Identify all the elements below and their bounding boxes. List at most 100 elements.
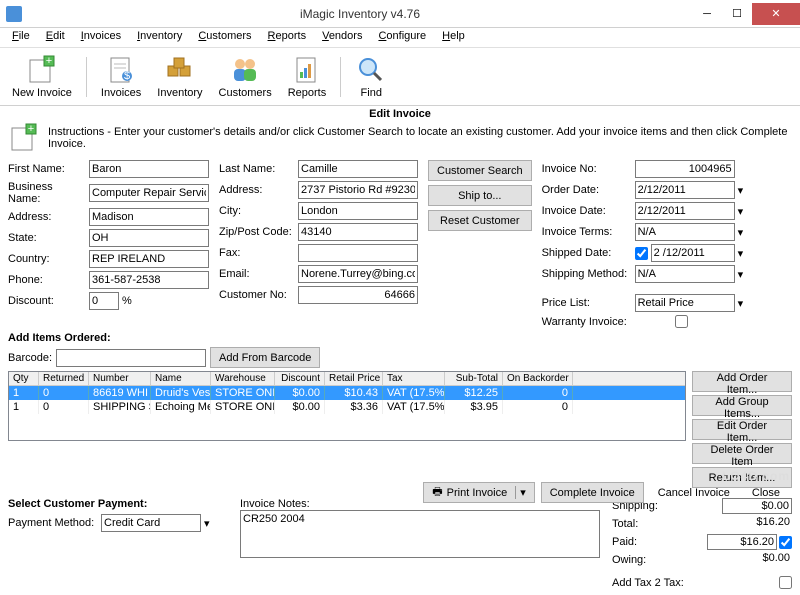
toolbar-find[interactable]: Find <box>349 52 393 101</box>
first-name-input[interactable] <box>89 160 209 178</box>
close-button[interactable]: ✕ <box>752 3 800 25</box>
dropdown-icon[interactable]: ▾ <box>515 486 526 499</box>
toolbar-new-invoice[interactable]: + New Invoice <box>6 52 78 101</box>
dropdown-icon[interactable]: ▾ <box>738 205 744 218</box>
dropdown-icon[interactable]: ▾ <box>738 226 744 239</box>
watermark: LO4D.com <box>722 469 790 483</box>
table-row[interactable]: 1086619 WHIDruid's VestSTORE ONI$0.00$10… <box>9 386 685 400</box>
total-label: Total: <box>612 518 638 530</box>
toolbar-reports[interactable]: Reports <box>282 52 333 101</box>
print-invoice-button[interactable]: 🖶Print Invoice▾ <box>423 482 534 503</box>
terms-label: Invoice Terms: <box>542 226 632 238</box>
reports-icon <box>291 54 323 86</box>
customer-search-button[interactable]: Customer Search <box>428 160 532 181</box>
add-order-item-button[interactable]: Add Order Item... <box>692 371 792 392</box>
invoice-date-input[interactable] <box>635 202 735 220</box>
ship-to-button[interactable]: Ship to... <box>428 185 532 206</box>
zip-input[interactable] <box>298 223 418 241</box>
menubar: File Edit Invoices Inventory Customers R… <box>0 28 800 48</box>
discount-pct: % <box>122 295 132 307</box>
paid-value[interactable] <box>707 534 777 550</box>
payment-method-label: Payment Method: <box>8 517 98 529</box>
discount-input[interactable] <box>89 292 119 310</box>
pricelist-input[interactable] <box>635 294 735 312</box>
minimize-button[interactable]: ─ <box>692 3 722 25</box>
invoice-notes-textarea[interactable] <box>240 510 600 558</box>
country-input[interactable] <box>89 250 209 268</box>
business-name-label: Business Name: <box>8 181 86 205</box>
find-icon <box>355 54 387 86</box>
last-name-input[interactable] <box>298 160 418 178</box>
barcode-input[interactable] <box>56 349 206 367</box>
payment-method-select[interactable] <box>101 514 201 532</box>
menu-inventory[interactable]: Inventory <box>129 28 190 47</box>
discount-label: Discount: <box>8 295 86 307</box>
dropdown-icon[interactable]: ▾ <box>738 184 744 197</box>
close-button-footer[interactable]: Close <box>744 482 788 503</box>
toolbar-invoices[interactable]: $ Invoices <box>95 52 147 101</box>
state-input[interactable] <box>89 229 209 247</box>
inventory-icon <box>164 54 196 86</box>
paid-label: Paid: <box>612 536 637 548</box>
terms-input[interactable] <box>635 223 735 241</box>
custno-input[interactable] <box>298 286 418 304</box>
invoice-no-label: Invoice No: <box>542 163 632 175</box>
email-input[interactable] <box>298 265 418 283</box>
menu-edit[interactable]: Edit <box>38 28 73 47</box>
edit-order-item-button[interactable]: Edit Order Item... <box>692 419 792 440</box>
add-from-barcode-button[interactable]: Add From Barcode <box>210 347 320 368</box>
toolbar-customers[interactable]: Customers <box>213 52 278 101</box>
shipmethod-input[interactable] <box>635 265 735 283</box>
addtax-check[interactable] <box>779 576 792 589</box>
add-group-items-button[interactable]: Add Group Items... <box>692 395 792 416</box>
toolbar-inventory[interactable]: Inventory <box>151 52 208 101</box>
city-input[interactable] <box>298 202 418 220</box>
grid-header: Qty Returned Number Name Warehouse Disco… <box>9 372 685 386</box>
items-grid[interactable]: Qty Returned Number Name Warehouse Disco… <box>8 371 686 441</box>
address-label: Address: <box>8 211 86 223</box>
dropdown-icon[interactable]: ▾ <box>738 297 744 310</box>
dropdown-icon[interactable]: ▾ <box>204 517 210 530</box>
dropdown-icon[interactable]: ▾ <box>738 247 744 260</box>
reset-customer-button[interactable]: Reset Customer <box>428 210 532 231</box>
menu-help[interactable]: Help <box>434 28 473 47</box>
fax-input[interactable] <box>298 244 418 262</box>
order-date-input[interactable] <box>635 181 735 199</box>
toolbar: + New Invoice $ Invoices Inventory Custo… <box>0 48 800 106</box>
address-input[interactable] <box>89 208 209 226</box>
menu-vendors[interactable]: Vendors <box>314 28 370 47</box>
printer-icon: 🖶 <box>432 483 442 502</box>
instructions-icon: + <box>8 122 40 154</box>
order-date-label: Order Date: <box>542 184 632 196</box>
cancel-invoice-button[interactable]: Cancel Invoice <box>650 482 738 503</box>
maximize-button[interactable]: ☐ <box>722 3 752 25</box>
addtax-label: Add Tax 2 Tax: <box>612 577 684 589</box>
toolbar-separator <box>86 57 87 97</box>
new-invoice-icon: + <box>26 54 58 86</box>
paid-check[interactable] <box>779 536 792 549</box>
menu-invoices[interactable]: Invoices <box>73 28 129 47</box>
owing-value: $0.00 <box>722 552 792 568</box>
menu-customers[interactable]: Customers <box>190 28 259 47</box>
menu-configure[interactable]: Configure <box>370 28 434 47</box>
shipped-date-check[interactable] <box>635 247 648 260</box>
table-row[interactable]: 10SHIPPING SEchoing MeSTORE ONI$0.00$3.3… <box>9 400 685 414</box>
invoice-no-input[interactable] <box>635 160 735 178</box>
delete-order-item-button[interactable]: Delete Order Item <box>692 443 792 464</box>
invoice-date-label: Invoice Date: <box>542 205 632 217</box>
dropdown-icon[interactable]: ▾ <box>738 268 744 281</box>
email-label: Email: <box>219 268 295 280</box>
complete-invoice-button[interactable]: Complete Invoice <box>541 482 644 503</box>
custno-label: Customer No: <box>219 289 295 301</box>
menu-file[interactable]: File <box>4 28 38 47</box>
business-name-input[interactable] <box>89 184 209 202</box>
menu-reports[interactable]: Reports <box>260 28 315 47</box>
warranty-check[interactable] <box>675 315 688 328</box>
shipmethod-label: Shipping Method: <box>542 268 632 280</box>
shipped-date-input[interactable] <box>651 244 735 262</box>
payment-title: Select Customer Payment: <box>8 498 228 510</box>
svg-text:$: $ <box>124 70 130 82</box>
phone-input[interactable] <box>89 271 209 289</box>
svg-text:+: + <box>28 123 34 135</box>
address2-input[interactable] <box>298 181 418 199</box>
